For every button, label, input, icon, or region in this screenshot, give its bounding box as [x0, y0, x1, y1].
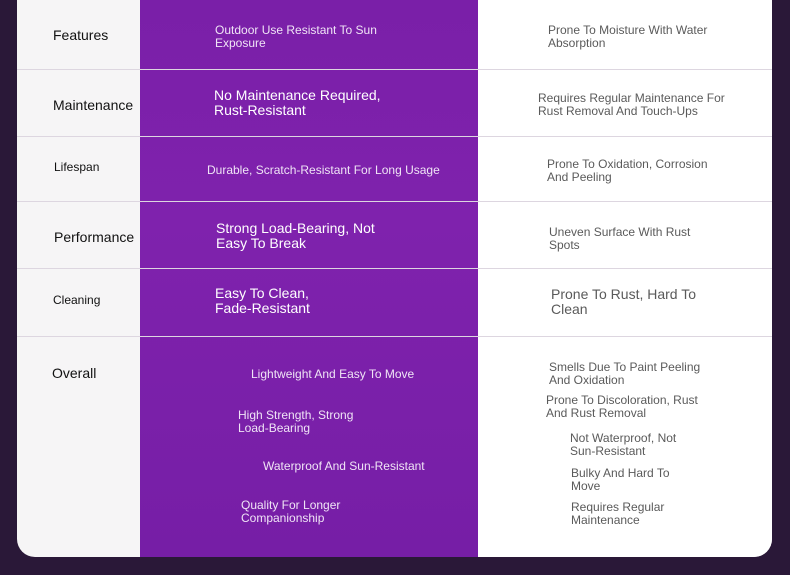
disadvantage-text: Not Waterproof, Not Sun-Resistant [570, 431, 677, 458]
comparison-table: Features Outdoor Use Resistant To Sun Ex… [17, 0, 772, 557]
disadvantage-text: Requires Regular Maintenance For Rust Re… [538, 91, 725, 118]
row-label-lifespan: Lifespan [54, 160, 100, 174]
row-divider [17, 201, 772, 202]
advantage-text: No Maintenance Required, Rust-Resistant [214, 87, 381, 118]
row-divider [17, 336, 772, 337]
row-label-overall: Overall [52, 365, 97, 381]
disadvantage-text: Prone To Moisture With Water Absorption [548, 23, 708, 50]
advantage-text: High Strength, Strong Load-Bearing [238, 408, 354, 435]
advantage-text: Waterproof And Sun-Resistant [263, 459, 425, 473]
disadvantage-text: Smells Due To Paint Peeling And Oxidatio… [549, 360, 701, 387]
row-label-maintenance: Maintenance [53, 97, 134, 113]
row-label-features: Features [53, 27, 109, 43]
disadvantage-text: Prone To Oxidation, Corrosion And Peelin… [547, 157, 708, 184]
advantage-text: Strong Load-Bearing, Not Easy To Break [216, 220, 375, 251]
row-divider [17, 136, 772, 137]
disadvantage-text: Bulky And Hard To Move [571, 466, 670, 493]
row-label-performance: Performance [54, 229, 135, 245]
advantage-text: Easy To Clean, Fade-Resistant [215, 285, 310, 316]
advantage-text: Lightweight And Easy To Move [251, 367, 415, 381]
advantages-column [140, 0, 478, 557]
disadvantage-text: Uneven Surface With Rust Spots [549, 225, 691, 252]
row-divider [17, 69, 772, 70]
advantage-text: Durable, Scratch-Resistant For Long Usag… [207, 163, 440, 177]
disadvantage-text: Requires Regular Maintenance [571, 500, 665, 527]
advantage-text: Quality For Longer Companionship [241, 498, 341, 525]
advantage-text: Outdoor Use Resistant To Sun Exposure [215, 23, 377, 50]
disadvantage-text: Prone To Rust, Hard To Clean [551, 286, 697, 317]
disadvantage-text: Prone To Discoloration, Rust And Rust Re… [546, 393, 698, 420]
row-label-cleaning: Cleaning [53, 293, 101, 307]
row-divider [17, 268, 772, 269]
